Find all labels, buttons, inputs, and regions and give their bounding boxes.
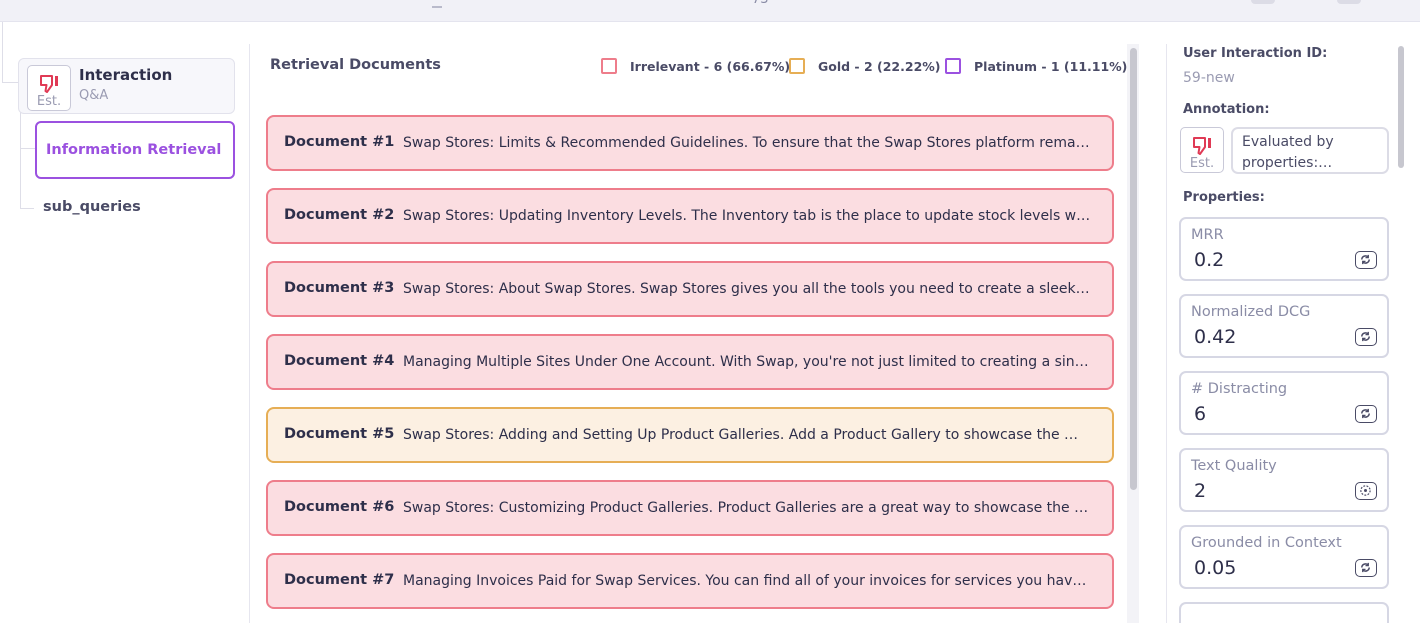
interaction-type: Q&A bbox=[79, 88, 109, 103]
document-number: Document #7 bbox=[284, 572, 395, 588]
documents-scrollbar-thumb[interactable] bbox=[1130, 48, 1137, 490]
legend-gold: Gold - 2 (22.22%) bbox=[789, 56, 941, 76]
document-row[interactable]: Document #2 Swap Stores: Updating Invent… bbox=[266, 188, 1114, 244]
legend-swatch bbox=[945, 58, 961, 74]
document-row[interactable]: Document #7 Managing Invoices Paid for S… bbox=[266, 553, 1114, 609]
auto-eval-icon[interactable] bbox=[1355, 405, 1377, 423]
annotation-label: Annotation: bbox=[1183, 102, 1270, 117]
property-name: Grounded in Context bbox=[1191, 535, 1342, 551]
toolbar-button[interactable] bbox=[1337, 0, 1361, 4]
document-number: Document #4 bbox=[284, 353, 395, 369]
legend-label: Irrelevant - 6 (66.67%) bbox=[630, 58, 791, 74]
document-row[interactable]: Document #3 Swap Stores: About Swap Stor… bbox=[266, 261, 1114, 317]
auto-eval-icon[interactable] bbox=[1355, 251, 1377, 269]
annotation-reason-text: Evaluated by properties:… bbox=[1242, 134, 1334, 171]
legend-swatch bbox=[789, 58, 805, 74]
property-card-grounded-in-context[interactable]: Grounded in Context 0.05 bbox=[1179, 525, 1389, 589]
panel-title: Retrieval Documents bbox=[270, 57, 441, 73]
property-card-distracting[interactable]: # Distracting 6 bbox=[1179, 371, 1389, 435]
properties-label: Properties: bbox=[1183, 190, 1265, 205]
tree-connector bbox=[20, 112, 21, 208]
document-text: Managing Multiple Sites Under One Accoun… bbox=[403, 354, 1093, 370]
property-value: 6 bbox=[1194, 403, 1207, 425]
legend-label: Gold - 2 (22.22%) bbox=[818, 58, 941, 74]
annotation-badge: Est. bbox=[27, 65, 71, 111]
document-row[interactable]: Document #1 Swap Stores: Limits & Recomm… bbox=[266, 115, 1114, 171]
property-name: Text Quality bbox=[1191, 458, 1277, 474]
property-value: 2 bbox=[1194, 480, 1207, 502]
tree-node-label: Information Retrieval bbox=[46, 142, 222, 158]
interaction-id-label: User Interaction ID: bbox=[1183, 46, 1328, 61]
llm-eval-icon[interactable] bbox=[1355, 482, 1377, 500]
legend-platinum: Platinum - 1 (11.11%) bbox=[945, 56, 1127, 76]
document-number: Document #2 bbox=[284, 207, 395, 223]
annotation-reason[interactable]: Evaluated by properties:… bbox=[1231, 127, 1389, 174]
property-value: 0.2 bbox=[1194, 249, 1225, 271]
document-row[interactable]: Document #6 Swap Stores: Customizing Pro… bbox=[266, 480, 1114, 536]
details-scrollbar-thumb[interactable] bbox=[1398, 46, 1404, 168]
document-text: Swap Stores: Updating Inventory Levels. … bbox=[403, 208, 1093, 224]
tree-node-information-retrieval[interactable]: Information Retrieval bbox=[35, 121, 235, 179]
legend-label: Platinum - 1 (11.11%) bbox=[974, 58, 1128, 74]
column-divider bbox=[249, 44, 250, 623]
toolbar-dash bbox=[432, 6, 442, 8]
tree-connector bbox=[20, 208, 34, 209]
auto-eval-icon[interactable] bbox=[1355, 559, 1377, 577]
document-text: Swap Stores: About Swap Stores. Swap Sto… bbox=[403, 281, 1093, 297]
document-number: Document #1 bbox=[284, 134, 395, 150]
property-value: 0.42 bbox=[1194, 326, 1237, 348]
document-row[interactable]: Document #4 Managing Multiple Sites Unde… bbox=[266, 334, 1114, 390]
tree-node-sub-queries[interactable]: sub_queries bbox=[43, 199, 141, 215]
interaction-id-value: 59-new bbox=[1183, 70, 1235, 86]
toolbar-button[interactable] bbox=[1251, 0, 1275, 4]
thumbs-down-icon bbox=[40, 75, 58, 93]
property-name: MRR bbox=[1191, 227, 1224, 243]
document-text: Swap Stores: Adding and Setting Up Produ… bbox=[403, 427, 1079, 443]
legend-swatch bbox=[601, 58, 617, 74]
property-name: Normalized DCG bbox=[1191, 304, 1311, 320]
document-text: Managing Invoices Paid for Swap Services… bbox=[403, 573, 1093, 589]
column-divider bbox=[1166, 44, 1167, 623]
property-value: 0.05 bbox=[1194, 557, 1237, 579]
document-row[interactable]: Document #5 Swap Stores: Adding and Sett… bbox=[266, 407, 1114, 463]
legend-irrelevant: Irrelevant - 6 (66.67%) bbox=[601, 56, 790, 76]
est-label: Est. bbox=[1189, 156, 1215, 171]
tree-connector bbox=[2, 22, 3, 82]
interaction-title: Interaction bbox=[79, 66, 173, 84]
tree-connector bbox=[2, 82, 18, 83]
property-name: # Distracting bbox=[1191, 381, 1288, 397]
document-number: Document #3 bbox=[284, 280, 395, 296]
tree-node-interaction[interactable]: Est. Interaction Q&A bbox=[18, 58, 235, 114]
document-text: Swap Stores: Limits & Recommended Guidel… bbox=[403, 135, 1093, 151]
top-toolbar: 73 bbox=[0, 0, 1420, 22]
property-card-partial[interactable] bbox=[1179, 602, 1389, 623]
auto-eval-icon[interactable] bbox=[1355, 328, 1377, 346]
property-card-mrr[interactable]: MRR 0.2 bbox=[1179, 217, 1389, 281]
pager-text: 73 bbox=[752, 0, 769, 7]
tree-connector bbox=[20, 148, 35, 149]
document-number: Document #5 bbox=[284, 426, 395, 442]
document-text: Swap Stores: Customizing Product Galleri… bbox=[403, 500, 1089, 516]
est-label: Est. bbox=[36, 94, 62, 109]
annotation-badge[interactable]: Est. bbox=[1180, 127, 1224, 173]
document-number: Document #6 bbox=[284, 499, 395, 515]
thumbs-down-icon bbox=[1193, 137, 1211, 155]
property-card-text-quality[interactable]: Text Quality 2 bbox=[1179, 448, 1389, 512]
property-card-normalized-dcg[interactable]: Normalized DCG 0.42 bbox=[1179, 294, 1389, 358]
